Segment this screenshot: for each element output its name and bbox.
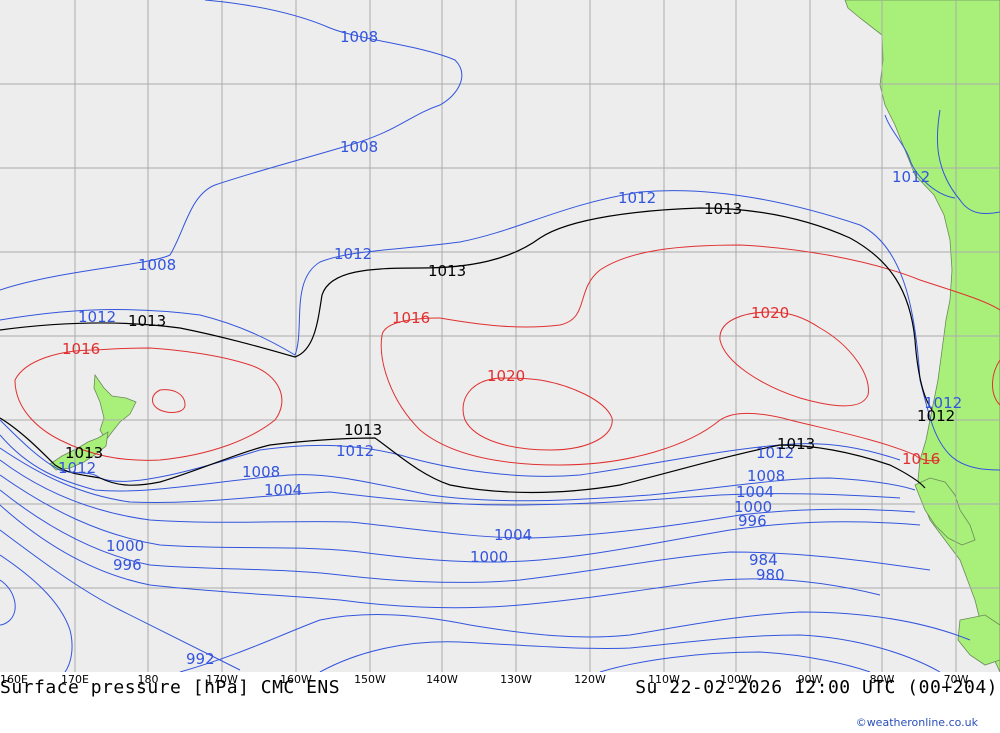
credit-link[interactable]: ©weatheronline.co.uk [856, 716, 978, 729]
longitude-tick: 120W [574, 673, 606, 686]
isobar-label: 1012 [78, 308, 116, 326]
isobar-label: 1008 [138, 256, 176, 274]
isobar-label: 1016 [902, 450, 940, 468]
longitude-tick: 140W [426, 673, 458, 686]
isobar-label: 1008 [242, 463, 280, 481]
isobar-label: 1012 [892, 168, 930, 186]
isobar-label: 1012 [917, 407, 955, 425]
longitude-tick: 150W [354, 673, 386, 686]
isobar-label: 1013 [704, 200, 742, 218]
isobar-label: 1012 [58, 459, 96, 477]
isobar-label: 1020 [487, 367, 525, 385]
isobar-label: 1016 [392, 309, 430, 327]
isobar-label: 1004 [264, 481, 302, 499]
pressure-map: 1008 1008 1008 1012 1012 1013 1013 1013 … [0, 0, 1000, 672]
isobar-label: 1012 [618, 189, 656, 207]
isobar-label: 1013 [777, 435, 815, 453]
isobar-label: 996 [738, 512, 767, 530]
isobar-label: 1012 [336, 442, 374, 460]
isobar-label: 1013 [428, 262, 466, 280]
isobar-label: 1012 [334, 245, 372, 263]
isobar-label: 1013 [344, 421, 382, 439]
isobar-label: 1008 [340, 28, 378, 46]
map-title: Surface pressure [hPa] CMC ENS [0, 677, 341, 698]
isobar-label: 1016 [62, 340, 100, 358]
isobar-label: 1000 [106, 537, 144, 555]
isobar-label: 1000 [470, 548, 508, 566]
isobar-label: 1008 [340, 138, 378, 156]
isobar-label: 1013 [128, 312, 166, 330]
isobar-label: 1020 [751, 304, 789, 322]
isobar-label: 980 [756, 566, 785, 584]
longitude-tick: 130W [500, 673, 532, 686]
isobar-label: 992 [186, 650, 215, 668]
valid-time: Su 22-02-2026 12:00 UTC (00+204) [635, 677, 998, 698]
isobar-label: 996 [113, 556, 142, 574]
isobar-label: 1004 [494, 526, 532, 544]
